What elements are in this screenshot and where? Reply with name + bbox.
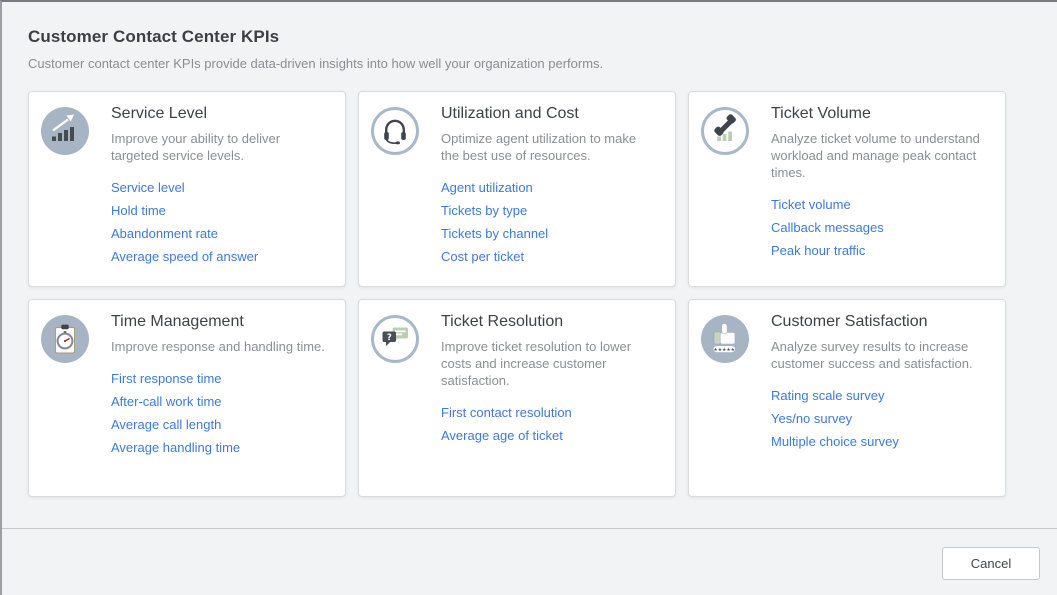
kpi-link-multiple-choice-survey[interactable]: Multiple choice survey: [771, 435, 987, 449]
card-title: Utilization and Cost: [441, 105, 657, 123]
card-ticket-resolution: ? Ticket Resolution Improve ticket resol…: [358, 299, 676, 497]
kpi-link-callback-messages[interactable]: Callback messages: [771, 221, 987, 235]
card-title: Ticket Resolution: [441, 313, 657, 331]
card-links: First response time After-call work time…: [111, 372, 327, 455]
card-description: Analyze ticket volume to understand work…: [771, 130, 987, 181]
card-links: Service level Hold time Abandonment rate…: [111, 181, 327, 264]
headset-icon: [371, 107, 419, 155]
kpi-link-ticket-volume[interactable]: Ticket volume: [771, 198, 987, 212]
kpi-link-first-contact-resolution[interactable]: First contact resolution: [441, 406, 657, 420]
svg-text:★★★★★: ★★★★★: [714, 347, 736, 353]
card-title: Ticket Volume: [771, 105, 987, 123]
card-time-management: Time Management Improve response and han…: [28, 299, 346, 497]
kpi-link-hold-time[interactable]: Hold time: [111, 204, 327, 218]
cancel-button[interactable]: Cancel: [942, 547, 1040, 580]
clipboard-stopwatch-icon: [41, 315, 89, 363]
dialog-footer: Cancel: [2, 528, 1057, 595]
thumbs-up-stars-icon: ★★★★★: [701, 315, 749, 363]
kpi-link-first-response-time[interactable]: First response time: [111, 372, 327, 386]
card-links: First contact resolution Average age of …: [441, 406, 657, 443]
card-utilization-and-cost: Utilization and Cost Optimize agent util…: [358, 91, 676, 287]
card-links: Agent utilization Tickets by type Ticket…: [441, 181, 657, 264]
kpi-card-grid: Service Level Improve your ability to de…: [28, 91, 1029, 497]
kpi-link-tickets-by-channel[interactable]: Tickets by channel: [441, 227, 657, 241]
kpi-link-cost-per-ticket[interactable]: Cost per ticket: [441, 250, 657, 264]
kpi-link-after-call-work-time[interactable]: After-call work time: [111, 395, 327, 409]
card-title: Time Management: [111, 313, 327, 331]
card-customer-satisfaction: ★★★★★ Customer Satisfaction Analyze surv…: [688, 299, 1006, 497]
kpi-link-yes-no-survey[interactable]: Yes/no survey: [771, 412, 987, 426]
card-links: Rating scale survey Yes/no survey Multip…: [771, 389, 987, 449]
kpi-link-average-speed-of-answer[interactable]: Average speed of answer: [111, 250, 327, 264]
dialog-content: Customer Contact Center KPIs Customer co…: [2, 2, 1057, 497]
svg-text:?: ?: [387, 333, 392, 343]
card-description: Improve response and handling time.: [111, 338, 327, 355]
bar-chart-growth-icon: [41, 107, 89, 155]
kpi-dialog: Customer Contact Center KPIs Customer co…: [0, 0, 1057, 595]
chat-question-icon: ?: [371, 315, 419, 363]
phone-bars-icon: [701, 107, 749, 155]
card-description: Optimize agent utilization to make the b…: [441, 130, 657, 164]
card-ticket-volume: Ticket Volume Analyze ticket volume to u…: [688, 91, 1006, 287]
kpi-link-agent-utilization[interactable]: Agent utilization: [441, 181, 657, 195]
card-description: Improve ticket resolution to lower costs…: [441, 338, 657, 389]
kpi-link-average-age-of-ticket[interactable]: Average age of ticket: [441, 429, 657, 443]
page-subtitle: Customer contact center KPIs provide dat…: [28, 56, 1029, 71]
page-title: Customer Contact Center KPIs: [28, 27, 1029, 47]
kpi-link-tickets-by-type[interactable]: Tickets by type: [441, 204, 657, 218]
card-description: Analyze survey results to increase custo…: [771, 338, 987, 372]
kpi-link-rating-scale-survey[interactable]: Rating scale survey: [771, 389, 987, 403]
card-links: Ticket volume Callback messages Peak hou…: [771, 198, 987, 258]
card-title: Service Level: [111, 105, 327, 123]
kpi-link-service-level[interactable]: Service level: [111, 181, 327, 195]
kpi-link-peak-hour-traffic[interactable]: Peak hour traffic: [771, 244, 987, 258]
kpi-link-average-call-length[interactable]: Average call length: [111, 418, 327, 432]
card-service-level: Service Level Improve your ability to de…: [28, 91, 346, 287]
card-title: Customer Satisfaction: [771, 313, 987, 331]
kpi-link-average-handling-time[interactable]: Average handling time: [111, 441, 327, 455]
card-description: Improve your ability to deliver targeted…: [111, 130, 327, 164]
kpi-link-abandonment-rate[interactable]: Abandonment rate: [111, 227, 327, 241]
